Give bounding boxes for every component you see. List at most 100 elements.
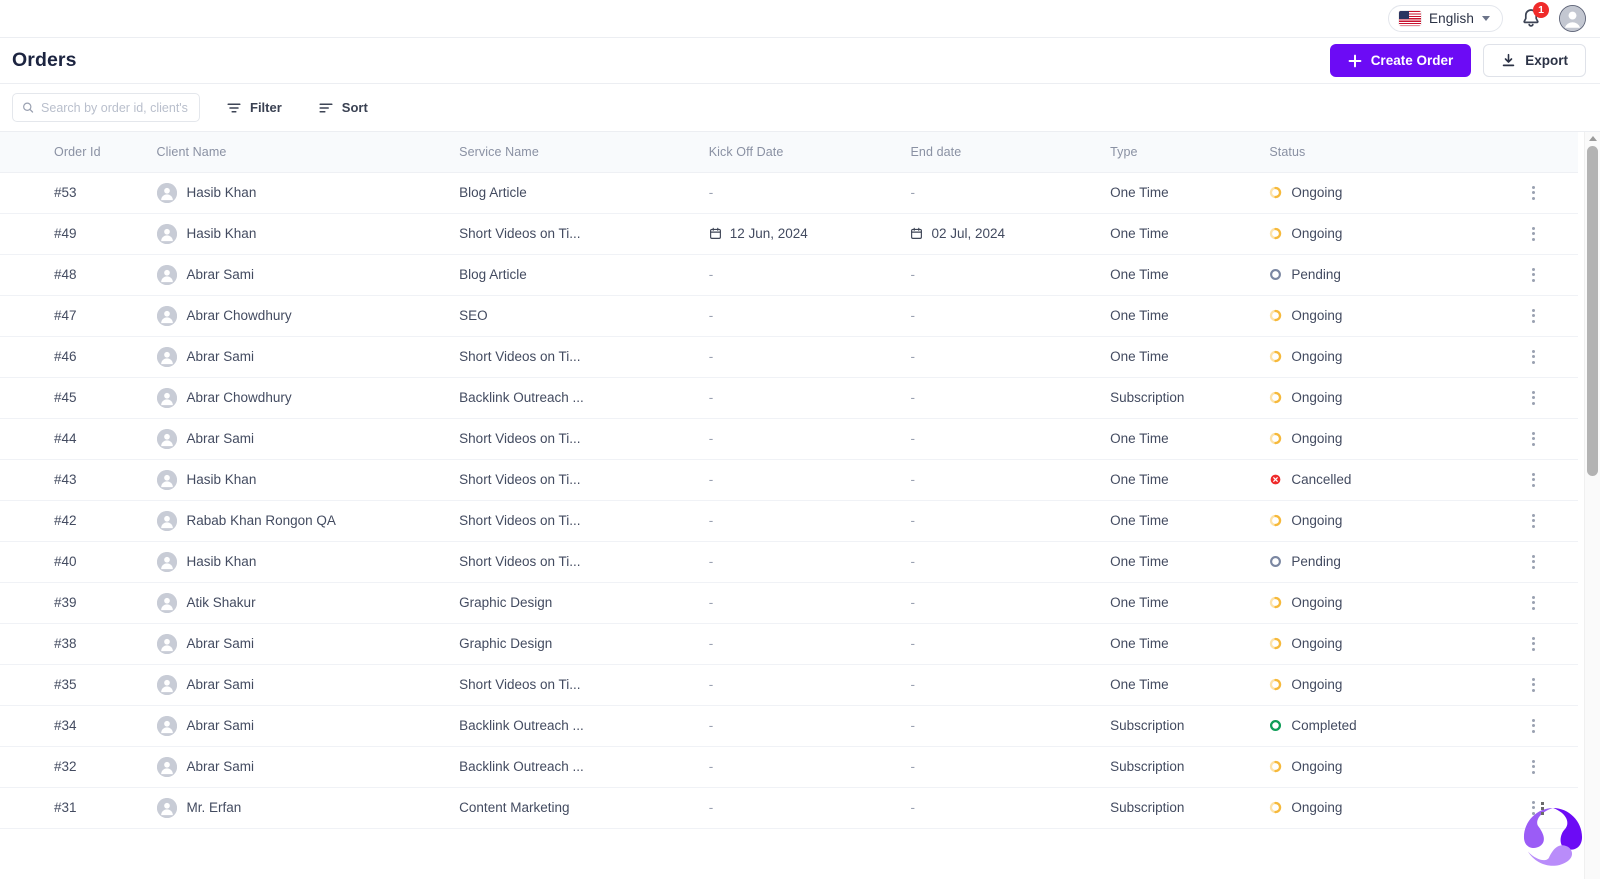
cell-end-date: - [900,787,1100,828]
cell-client-name: Abrar Chowdhury [147,295,450,336]
table-row[interactable]: #49Hasib KhanShort Videos on Ti...12 Jun… [0,213,1578,254]
cell-client-name: Abrar Sami [147,418,450,459]
client-avatar-icon [157,716,177,736]
table-row[interactable]: #53Hasib KhanBlog Article--One TimeOngoi… [0,172,1578,213]
status-label: Ongoing [1291,308,1342,323]
cell-client-name: Abrar Sami [147,336,450,377]
row-menu-icon[interactable] [1524,391,1542,405]
cell-end-date: 02 Jul, 2024 [900,213,1100,254]
filter-label: Filter [250,100,282,115]
column-header-client[interactable]: Client Name [147,132,450,172]
table-row[interactable]: #42Rabab Khan Rongon QAShort Videos on T… [0,500,1578,541]
cell-client-name: Abrar Chowdhury [147,377,450,418]
cell-kick-off-date: - [699,500,901,541]
status-badge: Ongoing [1269,390,1504,405]
export-button[interactable]: Export [1483,44,1586,77]
row-menu-icon[interactable] [1524,514,1542,528]
status-badge: Ongoing [1269,595,1504,610]
row-menu-icon[interactable] [1524,309,1542,323]
row-menu-icon[interactable] [1524,596,1542,610]
status-label: Pending [1291,554,1341,569]
scrollbar-thumb[interactable] [1587,146,1598,476]
row-menu-icon[interactable] [1524,678,1542,692]
empty-value: - [709,390,714,405]
table-row[interactable]: #45Abrar ChowdhuryBacklink Outreach ...-… [0,377,1578,418]
language-selector[interactable]: English [1388,5,1503,32]
row-menu-icon[interactable] [1524,760,1542,774]
table-row[interactable]: #31Mr. ErfanContent Marketing--Subscript… [0,787,1578,828]
table-row[interactable]: #48Abrar SamiBlog Article--One TimePendi… [0,254,1578,295]
cell-service-name: Graphic Design [449,623,699,664]
empty-value: - [709,595,714,610]
row-menu-icon[interactable] [1524,719,1542,733]
status-label: Ongoing [1291,513,1342,528]
column-header-service[interactable]: Service Name [449,132,699,172]
table-row[interactable]: #39Atik ShakurGraphic Design--One TimeOn… [0,582,1578,623]
search-box[interactable] [12,93,200,122]
column-header-actions [1514,132,1578,172]
cell-end-date: - [900,377,1100,418]
table-row[interactable]: #44Abrar SamiShort Videos on Ti...--One … [0,418,1578,459]
column-header-type[interactable]: Type [1100,132,1259,172]
cell-status: Ongoing [1259,664,1514,705]
cell-type: One Time [1100,418,1259,459]
cell-end-date: - [900,582,1100,623]
ongoing-status-icon [1269,391,1282,404]
status-label: Ongoing [1291,185,1342,200]
cell-type: One Time [1100,664,1259,705]
row-menu-icon[interactable] [1524,268,1542,282]
scroll-up-arrow-icon[interactable] [1589,136,1597,141]
table-row[interactable]: #32Abrar SamiBacklink Outreach ...--Subs… [0,746,1578,787]
search-input[interactable] [41,101,190,115]
row-menu-icon[interactable] [1524,432,1542,446]
row-menu-icon[interactable] [1524,637,1542,651]
cell-client-name: Abrar Sami [147,664,450,705]
table-row[interactable]: #46Abrar SamiShort Videos on Ti...--One … [0,336,1578,377]
empty-value: - [910,390,915,405]
row-menu-icon[interactable] [1524,555,1542,569]
cell-row-actions [1514,418,1578,459]
create-order-button[interactable]: Create Order [1330,44,1472,77]
search-icon [22,101,34,114]
ongoing-status-icon [1269,227,1282,240]
column-header-status[interactable]: Status [1259,132,1514,172]
column-header-kickoff[interactable]: Kick Off Date [699,132,901,172]
cell-type: One Time [1100,582,1259,623]
table-row[interactable]: #43Hasib KhanShort Videos on Ti...--One … [0,459,1578,500]
empty-value: - [910,636,915,651]
cell-status: Completed [1259,705,1514,746]
row-menu-icon[interactable] [1524,227,1542,241]
column-header-order-id[interactable]: Order Id [0,132,147,172]
vertical-scrollbar[interactable] [1584,132,1600,879]
sort-button[interactable]: Sort [308,94,378,122]
client-name-label: Hasib Khan [187,226,257,241]
column-header-end-date[interactable]: End date [900,132,1100,172]
cell-client-name: Hasib Khan [147,172,450,213]
client-name-label: Abrar Sami [187,349,255,364]
table-row[interactable]: #34Abrar SamiBacklink Outreach ...--Subs… [0,705,1578,746]
cell-service-name: Graphic Design [449,582,699,623]
row-menu-icon[interactable] [1524,473,1542,487]
table-row[interactable]: #35Abrar SamiShort Videos on Ti...--One … [0,664,1578,705]
orders-table-container: Order Id Client Name Service Name Kick O… [0,132,1600,879]
row-menu-icon[interactable] [1524,350,1542,364]
cell-kick-off-date: - [699,664,901,705]
table-row[interactable]: #40Hasib KhanShort Videos on Ti...--One … [0,541,1578,582]
table-row[interactable]: #38Abrar SamiGraphic Design--One TimeOng… [0,623,1578,664]
cell-type: Subscription [1100,746,1259,787]
cell-service-name: Short Videos on Ti... [449,336,699,377]
row-menu-icon[interactable] [1524,186,1542,200]
cell-kick-off-date: - [699,541,901,582]
status-badge: Ongoing [1269,226,1504,241]
user-avatar-icon [1559,5,1586,32]
notifications-button[interactable]: 1 [1519,7,1543,31]
chat-widget-button[interactable] [1520,804,1586,870]
cell-order-id: #49 [0,213,147,254]
client-avatar-icon [157,183,177,203]
export-label: Export [1525,53,1568,68]
cell-type: One Time [1100,295,1259,336]
avatar[interactable] [1559,5,1586,32]
empty-value: - [709,759,714,774]
table-row[interactable]: #47Abrar ChowdhurySEO--One TimeOngoing [0,295,1578,336]
filter-button[interactable]: Filter [216,94,292,122]
